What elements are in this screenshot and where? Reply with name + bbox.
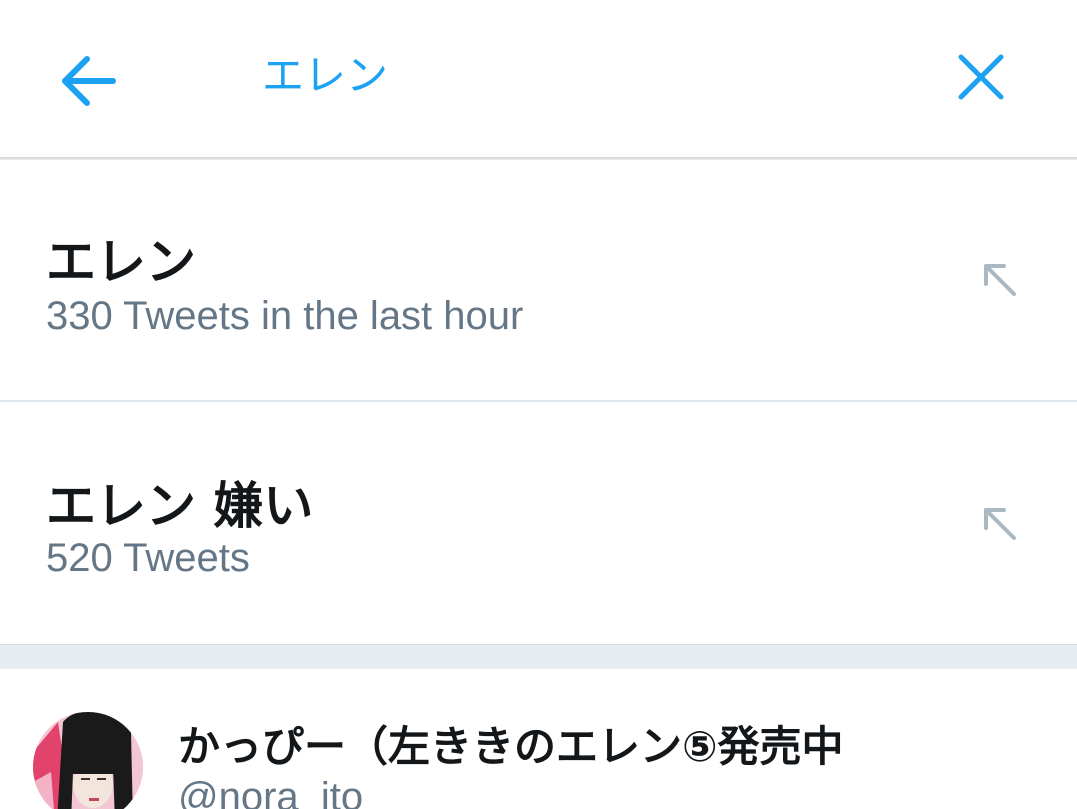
- fill-query-button[interactable]: [972, 252, 1028, 308]
- search-input[interactable]: [262, 44, 862, 108]
- suggestion-title: エレン 嫌い: [46, 477, 314, 535]
- user-display-name: かっぴー（左ききのエレン⑤発売中: [178, 722, 844, 771]
- arrow-up-left-icon: [984, 264, 1016, 296]
- suggestion-title: エレン: [46, 233, 196, 291]
- search-suggestion[interactable]: エレン 嫌い 520 Tweets: [0, 402, 1077, 642]
- user-result[interactable]: かっぴー（左ききのエレン⑤発売中 @nora_ito: [0, 669, 1077, 809]
- suggestion-tweet-count: 330 Tweets in the last hour: [46, 294, 524, 338]
- arrow-up-left-icon: [984, 508, 1016, 540]
- search-suggestion[interactable]: エレン 330 Tweets in the last hour: [0, 160, 1077, 400]
- arrow-left-icon: [62, 56, 116, 106]
- close-icon: [958, 54, 1004, 100]
- suggestion-tweet-count: 520 Tweets: [46, 536, 250, 580]
- clear-search-button[interactable]: [946, 42, 1016, 112]
- avatar-image: [33, 712, 143, 809]
- section-separator: [0, 644, 1077, 669]
- avatar[interactable]: [33, 712, 143, 809]
- fill-query-button[interactable]: [972, 496, 1028, 552]
- search-screen: エレン 330 Tweets in the last hour エレン 嫌い 5…: [0, 0, 1077, 809]
- user-handle: @nora_ito: [178, 775, 364, 809]
- search-header: [0, 0, 1077, 157]
- back-button[interactable]: [52, 46, 122, 116]
